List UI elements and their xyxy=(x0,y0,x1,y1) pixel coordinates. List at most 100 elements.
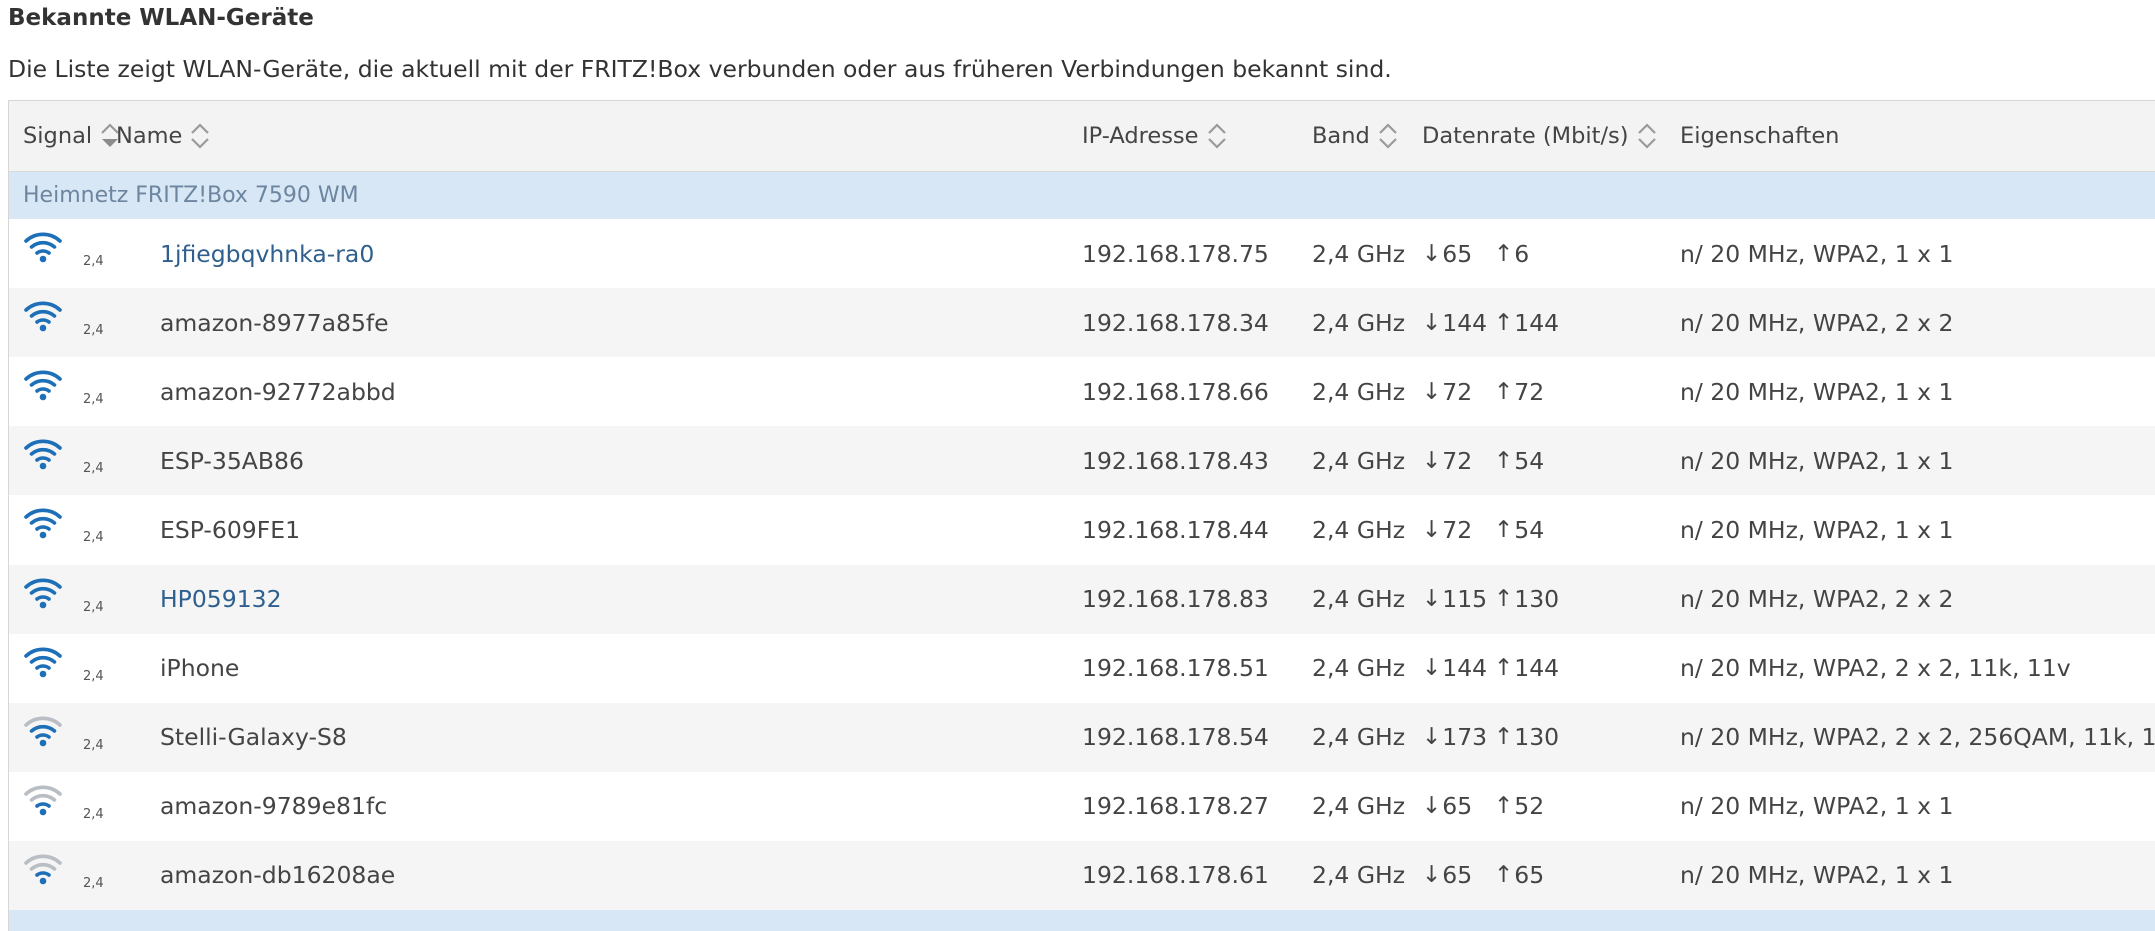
signal-band-label: 2,4 xyxy=(83,392,104,408)
table-row[interactable]: 2,4 ESP-609FE1 192.168.178.44 2,4 GHz ↓ 72 ↑ 54… xyxy=(9,495,2155,565)
signal-band-label: 2,4 xyxy=(83,737,104,753)
table-row[interactable]: 2,4 amazon-92772abbd 192.168.178.66 2,4 GHz… xyxy=(9,357,2155,427)
rate-up-value: 54 xyxy=(1514,515,1545,544)
arrow-up-icon: ↑ xyxy=(1494,793,1514,820)
page-title: Bekannte WLAN-Geräte xyxy=(8,5,314,31)
device-name: amazon-9789e81fc xyxy=(160,792,388,821)
table-row[interactable]: 2,4 amazon-9789e81fc 192.168.178.27 2,4 GHz… xyxy=(9,771,2155,841)
table-header: Signal Name IP-Adresse Band Datenrate (M… xyxy=(9,101,2155,172)
arrow-up-icon: ↑ xyxy=(1494,309,1514,336)
ip-address: 192.168.178.51 xyxy=(1082,654,1269,683)
ip-address: 192.168.178.34 xyxy=(1082,308,1269,337)
column-header-props: Eigenschaften xyxy=(1680,101,1839,171)
rate-up: ↑ 130 xyxy=(1494,703,1559,772)
column-header-band[interactable]: Band xyxy=(1312,101,1399,171)
wifi-signal-icon xyxy=(24,785,62,816)
signal-band-label: 2,4 xyxy=(83,323,104,339)
table-row[interactable]: 2,4 amazon-db16208ae 192.168.178.61 2,4 GHz… xyxy=(9,840,2155,910)
device-name: amazon-db16208ae xyxy=(160,861,396,890)
page-description: Die Liste zeigt WLAN-Geräte, die aktuell… xyxy=(8,55,1392,83)
rate-down-value: 65 xyxy=(1442,239,1473,268)
properties: n/ 20 MHz, WPA2, 1 x 1 xyxy=(1680,861,1954,890)
ip-address: 192.168.178.75 xyxy=(1082,239,1269,268)
group-label: Heimnetz FRITZ!Box 7590 WM xyxy=(23,183,359,208)
band: 2,4 GHz xyxy=(1312,585,1406,613)
rate-up-value: 130 xyxy=(1514,723,1560,752)
arrow-down-icon: ↓ xyxy=(1422,586,1442,612)
properties: n/ 20 MHz, WPA2, 1 x 1 xyxy=(1680,515,1954,544)
band: 2,4 GHz xyxy=(1312,239,1406,268)
rate-up: ↑ 6 xyxy=(1494,219,1529,288)
rate-down-value: 65 xyxy=(1442,792,1473,821)
rate-down-value: 72 xyxy=(1442,515,1473,544)
arrow-up-icon: ↑ xyxy=(1494,862,1514,889)
rate-down-value: 173 xyxy=(1442,723,1488,752)
table-row[interactable]: 2,4 amazon-8977a85fe 192.168.178.34 2,4 GHz… xyxy=(9,288,2155,358)
arrow-down-icon: ↓ xyxy=(1422,240,1442,267)
ip-address: 192.168.178.43 xyxy=(1082,446,1269,475)
column-label-ip: IP-Adresse xyxy=(1082,123,1199,149)
wifi-signal-icon xyxy=(24,578,62,608)
rate-down: ↓ 72 xyxy=(1422,357,1472,426)
properties: n/ 20 MHz, WPA2, 1 x 1 xyxy=(1680,377,1954,406)
properties: n/ 20 MHz, WPA2, 2 x 2 xyxy=(1680,585,1954,613)
ip-address: 192.168.178.27 xyxy=(1082,792,1269,821)
signal-band-label: 2,4 xyxy=(83,806,104,822)
arrow-down-icon: ↓ xyxy=(1422,378,1442,405)
ip-address: 192.168.178.66 xyxy=(1082,377,1269,406)
wifi-signal-icon xyxy=(24,370,62,401)
rate-down-value: 65 xyxy=(1442,861,1473,890)
device-name[interactable]: 1jfiegbqvhnka-ra0 xyxy=(160,219,374,288)
wifi-signal-icon xyxy=(24,854,62,885)
table-row[interactable]: 2,4 1jfiegbqvhnka-ra0 192.168.178.75 2,4 GH… xyxy=(9,219,2155,288)
arrow-up-icon: ↑ xyxy=(1494,240,1514,267)
table-row[interactable]: 2,4 iPhone 192.168.178.51 2,4 GHz ↓ 144 ↑ 144 n/… xyxy=(9,633,2155,703)
table-row[interactable]: 2,4 HP059132 192.168.178.83 2,4 GHz ↓ 115 ↑ 130… xyxy=(9,564,2155,634)
rate-down-value: 115 xyxy=(1442,585,1488,613)
column-header-name[interactable]: Name xyxy=(116,101,211,171)
rate-down: ↓ 65 xyxy=(1422,841,1472,910)
rate-down: ↓ 65 xyxy=(1422,772,1472,841)
rate-up-value: 72 xyxy=(1514,377,1545,406)
sort-icon xyxy=(191,123,210,149)
rate-up: ↑ 72 xyxy=(1494,357,1544,426)
band: 2,4 GHz xyxy=(1312,792,1406,821)
column-label-signal: Signal xyxy=(23,123,93,149)
rate-up-value: 6 xyxy=(1514,239,1530,268)
column-header-rate[interactable]: Datenrate (Mbit/s) xyxy=(1422,101,1658,171)
rate-up-value: 54 xyxy=(1514,446,1545,475)
column-header-signal[interactable]: Signal xyxy=(23,101,121,171)
rate-up: ↑ 130 xyxy=(1494,565,1559,634)
wifi-signal-icon xyxy=(24,439,62,470)
arrow-down-icon: ↓ xyxy=(1422,447,1442,474)
band: 2,4 GHz xyxy=(1312,723,1406,752)
ip-address: 192.168.178.61 xyxy=(1082,861,1269,890)
rate-down: ↓ 173 xyxy=(1422,703,1487,772)
band: 2,4 GHz xyxy=(1312,861,1406,890)
arrow-up-icon: ↑ xyxy=(1494,447,1514,474)
rate-down: ↓ 144 xyxy=(1422,288,1487,357)
band: 2,4 GHz xyxy=(1312,515,1406,544)
column-label-rate: Datenrate (Mbit/s) xyxy=(1422,123,1629,149)
device-name: amazon-92772abbd xyxy=(160,377,396,406)
rate-down-value: 144 xyxy=(1442,308,1488,337)
rate-up: ↑ 54 xyxy=(1494,426,1544,495)
table-row[interactable]: 2,4 ESP-35AB86 192.168.178.43 2,4 GHz ↓ 72 ↑ 54… xyxy=(9,426,2155,496)
rate-up-value: 65 xyxy=(1514,861,1545,890)
signal-band-label: 2,4 xyxy=(83,668,104,684)
device-name: ESP-609FE1 xyxy=(160,515,301,544)
wifi-signal-icon xyxy=(24,647,62,677)
column-header-ip[interactable]: IP-Adresse xyxy=(1082,101,1228,171)
ip-address: 192.168.178.54 xyxy=(1082,723,1269,752)
table-row[interactable]: 2,4 Stelli-Galaxy-S8 192.168.178.54 2,4 GHz… xyxy=(9,702,2155,772)
band: 2,4 GHz xyxy=(1312,377,1406,406)
properties: n/ 20 MHz, WPA2, 2 x 2 xyxy=(1680,308,1954,337)
arrow-up-icon: ↑ xyxy=(1494,586,1514,612)
ip-address: 192.168.178.83 xyxy=(1082,585,1269,613)
device-name[interactable]: HP059132 xyxy=(160,565,282,634)
rate-up-value: 52 xyxy=(1514,792,1545,821)
rate-down: ↓ 72 xyxy=(1422,495,1472,564)
rate-up-value: 144 xyxy=(1514,654,1560,683)
column-label-props: Eigenschaften xyxy=(1680,123,1840,149)
rate-up: ↑ 144 xyxy=(1494,288,1559,357)
